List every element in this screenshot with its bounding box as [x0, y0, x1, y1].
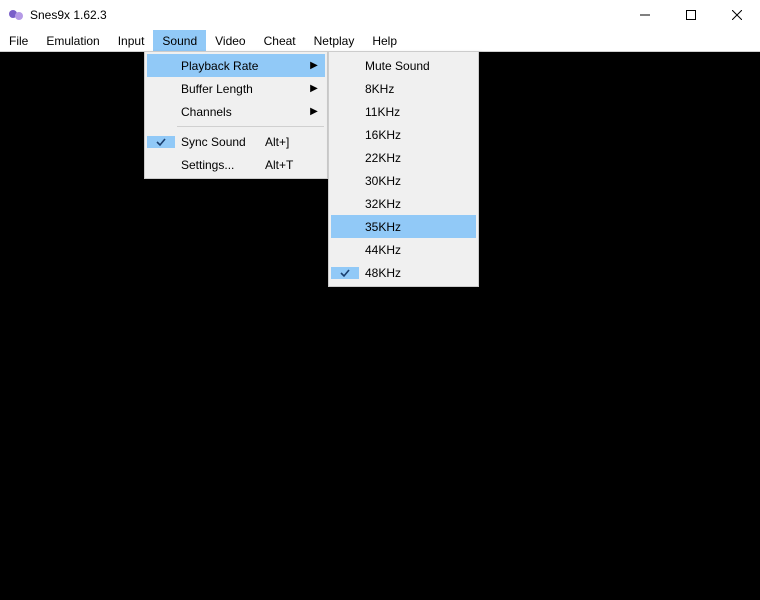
menuitem-32khz[interactable]: 32KHz — [331, 192, 476, 215]
menuitem-label: 11KHz — [359, 105, 456, 119]
menubar: File Emulation Input Sound Video Cheat N… — [0, 30, 760, 52]
menuitem-accel: Alt+T — [255, 158, 305, 172]
menuitem-label: 48KHz — [359, 266, 456, 280]
menuitem-label: Mute Sound — [359, 59, 456, 73]
menuitem-buffer-length[interactable]: Buffer Length ▶ — [147, 77, 325, 100]
submenu-arrow-icon: ▶ — [307, 60, 321, 71]
submenu-arrow-icon: ▶ — [307, 83, 321, 94]
menuitem-settings[interactable]: Settings... Alt+T — [147, 153, 325, 176]
menu-separator — [177, 126, 324, 127]
titlebar: Snes9x 1.62.3 — [0, 0, 760, 30]
menuitem-8khz[interactable]: 8KHz — [331, 77, 476, 100]
menuitem-48khz[interactable]: 48KHz — [331, 261, 476, 284]
menuitem-44khz[interactable]: 44KHz — [331, 238, 476, 261]
menuitem-35khz[interactable]: 35KHz — [331, 215, 476, 238]
sound-dropdown: Playback Rate ▶ Buffer Length ▶ Channels… — [144, 51, 328, 179]
menu-sound[interactable]: Sound — [153, 30, 206, 51]
menu-input[interactable]: Input — [109, 30, 154, 51]
menuitem-16khz[interactable]: 16KHz — [331, 123, 476, 146]
menuitem-label: Sync Sound — [175, 135, 255, 149]
menu-netplay[interactable]: Netplay — [305, 30, 364, 51]
close-button[interactable] — [714, 0, 760, 30]
menuitem-label: Playback Rate — [175, 59, 305, 73]
menuitem-accel: Alt+] — [255, 135, 305, 149]
menuitem-label: 44KHz — [359, 243, 456, 257]
menu-file[interactable]: File — [0, 30, 37, 51]
menuitem-label: Settings... — [175, 158, 255, 172]
menuitem-label: 30KHz — [359, 174, 456, 188]
app-icon — [8, 7, 24, 23]
menu-video[interactable]: Video — [206, 30, 254, 51]
check-icon — [331, 267, 359, 279]
menuitem-label: Channels — [175, 105, 305, 119]
minimize-button[interactable] — [622, 0, 668, 30]
menu-emulation[interactable]: Emulation — [37, 30, 108, 51]
menuitem-channels[interactable]: Channels ▶ — [147, 100, 325, 123]
menuitem-11khz[interactable]: 11KHz — [331, 100, 476, 123]
menuitem-sync-sound[interactable]: Sync Sound Alt+] — [147, 130, 325, 153]
submenu-arrow-icon: ▶ — [307, 106, 321, 117]
menuitem-label: Buffer Length — [175, 82, 305, 96]
window-title: Snes9x 1.62.3 — [30, 8, 107, 22]
menuitem-label: 16KHz — [359, 128, 456, 142]
menuitem-label: 22KHz — [359, 151, 456, 165]
window-controls — [622, 0, 760, 30]
maximize-button[interactable] — [668, 0, 714, 30]
check-icon — [147, 136, 175, 148]
menu-cheat[interactable]: Cheat — [255, 30, 305, 51]
menuitem-mute-sound[interactable]: Mute Sound — [331, 54, 476, 77]
menu-help[interactable]: Help — [363, 30, 406, 51]
menuitem-label: 8KHz — [359, 82, 456, 96]
playback-rate-dropdown: Mute Sound 8KHz 11KHz 16KHz 22KHz 30KHz … — [328, 51, 479, 287]
menuitem-playback-rate[interactable]: Playback Rate ▶ — [147, 54, 325, 77]
menuitem-22khz[interactable]: 22KHz — [331, 146, 476, 169]
menuitem-label: 35KHz — [359, 220, 456, 234]
menuitem-30khz[interactable]: 30KHz — [331, 169, 476, 192]
menuitem-label: 32KHz — [359, 197, 456, 211]
